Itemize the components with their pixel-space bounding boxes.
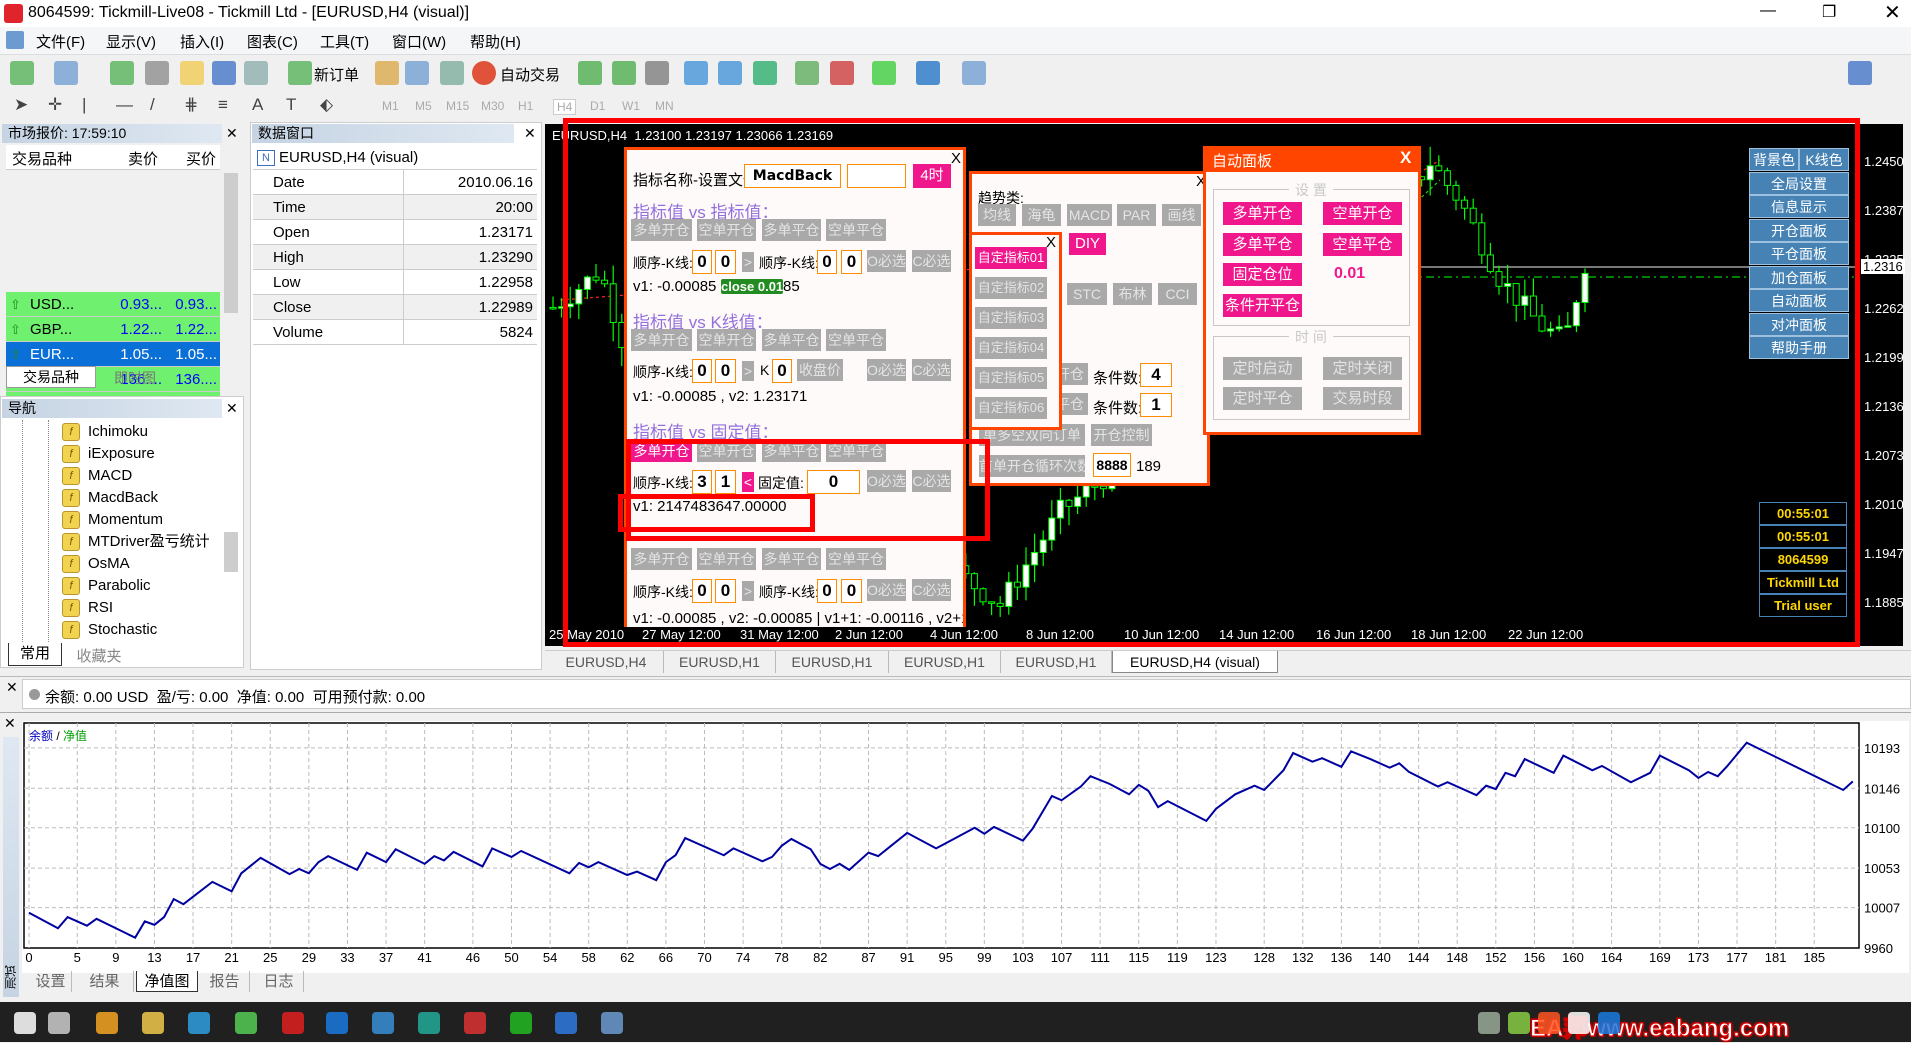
x-tick-label: 21 xyxy=(224,950,238,965)
tester-tab[interactable]: 报告 xyxy=(200,971,250,992)
legend-separator: / xyxy=(53,729,64,743)
x-tick-label: 33 xyxy=(340,950,354,965)
x-tick-label: 17 xyxy=(186,950,200,965)
x-tick-label: 140 xyxy=(1369,950,1391,965)
app-icon[interactable] xyxy=(235,1012,257,1034)
timeframe-m15[interactable]: M15 xyxy=(446,99,469,113)
y-tick-label: 10193 xyxy=(1864,741,1900,756)
timeframe-w1[interactable]: W1 xyxy=(622,99,640,113)
file-explorer-icon[interactable] xyxy=(142,1012,164,1034)
y-tick-label: 10100 xyxy=(1864,821,1900,836)
app-icon[interactable] xyxy=(555,1012,577,1034)
tray-icon[interactable] xyxy=(1508,1012,1530,1034)
x-tick-label: 181 xyxy=(1765,950,1787,965)
equity-chart: 9960 10007 10053 10100 10146 10193 0 5 9 13 17 21 25… xyxy=(23,722,1900,965)
x-tick-label: 41 xyxy=(417,950,431,965)
legend-equity: 净值 xyxy=(63,729,88,743)
y-tick-label: 9960 xyxy=(1864,941,1893,956)
app-icon[interactable] xyxy=(282,1012,304,1034)
app-icon[interactable] xyxy=(326,1012,348,1034)
x-tick-label: 115 xyxy=(1128,950,1149,965)
x-tick-label: 164 xyxy=(1601,950,1623,965)
x-tick-label: 160 xyxy=(1562,950,1584,965)
y-tick-label: 10146 xyxy=(1864,781,1900,796)
x-tick-label: 107 xyxy=(1051,950,1073,965)
x-tick-label: 119 xyxy=(1167,950,1188,965)
app-icon[interactable] xyxy=(372,1012,394,1034)
tray-icon[interactable] xyxy=(1538,1012,1560,1034)
x-tick-label: 5 xyxy=(74,950,81,965)
tester-tab[interactable]: 结果 xyxy=(76,971,134,992)
app-icon[interactable] xyxy=(464,1012,486,1034)
x-tick-label: 25 xyxy=(263,950,277,965)
tray-icon[interactable] xyxy=(1568,1012,1590,1034)
x-tick-label: 123 xyxy=(1205,950,1227,965)
search-icon[interactable] xyxy=(48,1012,70,1034)
x-tick-label: 99 xyxy=(977,950,991,965)
x-tick-label: 9 xyxy=(112,950,119,965)
search-app-icon[interactable] xyxy=(96,1012,118,1034)
start-icon[interactable] xyxy=(14,1012,36,1034)
tester-tab[interactable]: 净值图 xyxy=(136,971,198,992)
x-tick-label: 78 xyxy=(774,950,788,965)
timeframe-m30[interactable]: M30 xyxy=(481,99,504,113)
tester-tab[interactable]: 日志 xyxy=(254,971,304,992)
x-tick-label: 66 xyxy=(659,950,673,965)
x-tick-label: 156 xyxy=(1524,950,1546,965)
x-tick-label: 91 xyxy=(900,950,914,965)
x-tick-label: 50 xyxy=(504,950,518,965)
timeframe-mn[interactable]: MN xyxy=(655,99,674,113)
x-tick-label: 136 xyxy=(1331,950,1353,965)
x-tick-label: 128 xyxy=(1253,950,1275,965)
x-tick-label: 0 xyxy=(25,950,32,965)
x-tick-label: 132 xyxy=(1292,950,1314,965)
timeframe-h4[interactable]: H4 xyxy=(553,99,577,115)
tray-icon[interactable] xyxy=(1478,1012,1500,1034)
x-tick-label: 111 xyxy=(1090,950,1110,965)
x-tick-label: 46 xyxy=(466,950,480,965)
tester-tab[interactable]: 设置 xyxy=(30,971,72,992)
timeframe-m5[interactable]: M5 xyxy=(415,99,432,113)
x-tick-label: 37 xyxy=(379,950,393,965)
x-tick-label: 95 xyxy=(939,950,953,965)
x-tick-label: 185 xyxy=(1803,950,1825,965)
x-tick-label: 62 xyxy=(620,950,634,965)
timeframe-m1[interactable]: M1 xyxy=(382,99,399,113)
x-tick-label: 54 xyxy=(543,950,557,965)
x-tick-label: 144 xyxy=(1408,950,1430,965)
app-icon[interactable] xyxy=(418,1012,440,1034)
x-tick-label: 177 xyxy=(1726,950,1748,965)
x-tick-label: 152 xyxy=(1485,950,1507,965)
plot-area xyxy=(23,722,1860,949)
equity-legend: 余额 / 净值 xyxy=(29,727,87,744)
x-tick-label: 58 xyxy=(581,950,595,965)
x-tick-label: 29 xyxy=(302,950,316,965)
y-tick-label: 10053 xyxy=(1864,861,1900,876)
taskbar: EA邦www.eabang.com xyxy=(0,1002,1911,1043)
x-tick-label: 82 xyxy=(813,950,827,965)
x-tick-label: 169 xyxy=(1649,950,1671,965)
tray-icon[interactable] xyxy=(1598,1012,1620,1034)
legend-balance: 余额 xyxy=(29,729,54,743)
y-tick-label: 10007 xyxy=(1864,901,1900,916)
edge-icon[interactable] xyxy=(188,1012,210,1034)
wechat-icon[interactable] xyxy=(510,1012,532,1034)
timeframe-d1[interactable]: D1 xyxy=(590,99,605,113)
x-tick-label: 103 xyxy=(1012,950,1034,965)
x-tick-label: 70 xyxy=(697,950,711,965)
x-tick-label: 87 xyxy=(861,950,875,965)
x-tick-label: 148 xyxy=(1446,950,1468,965)
x-tick-label: 173 xyxy=(1688,950,1710,965)
timeframe-h1[interactable]: H1 xyxy=(518,99,533,113)
x-tick-label: 13 xyxy=(147,950,161,965)
x-tick-label: 74 xyxy=(736,950,750,965)
metatrader-icon[interactable] xyxy=(601,1012,623,1034)
